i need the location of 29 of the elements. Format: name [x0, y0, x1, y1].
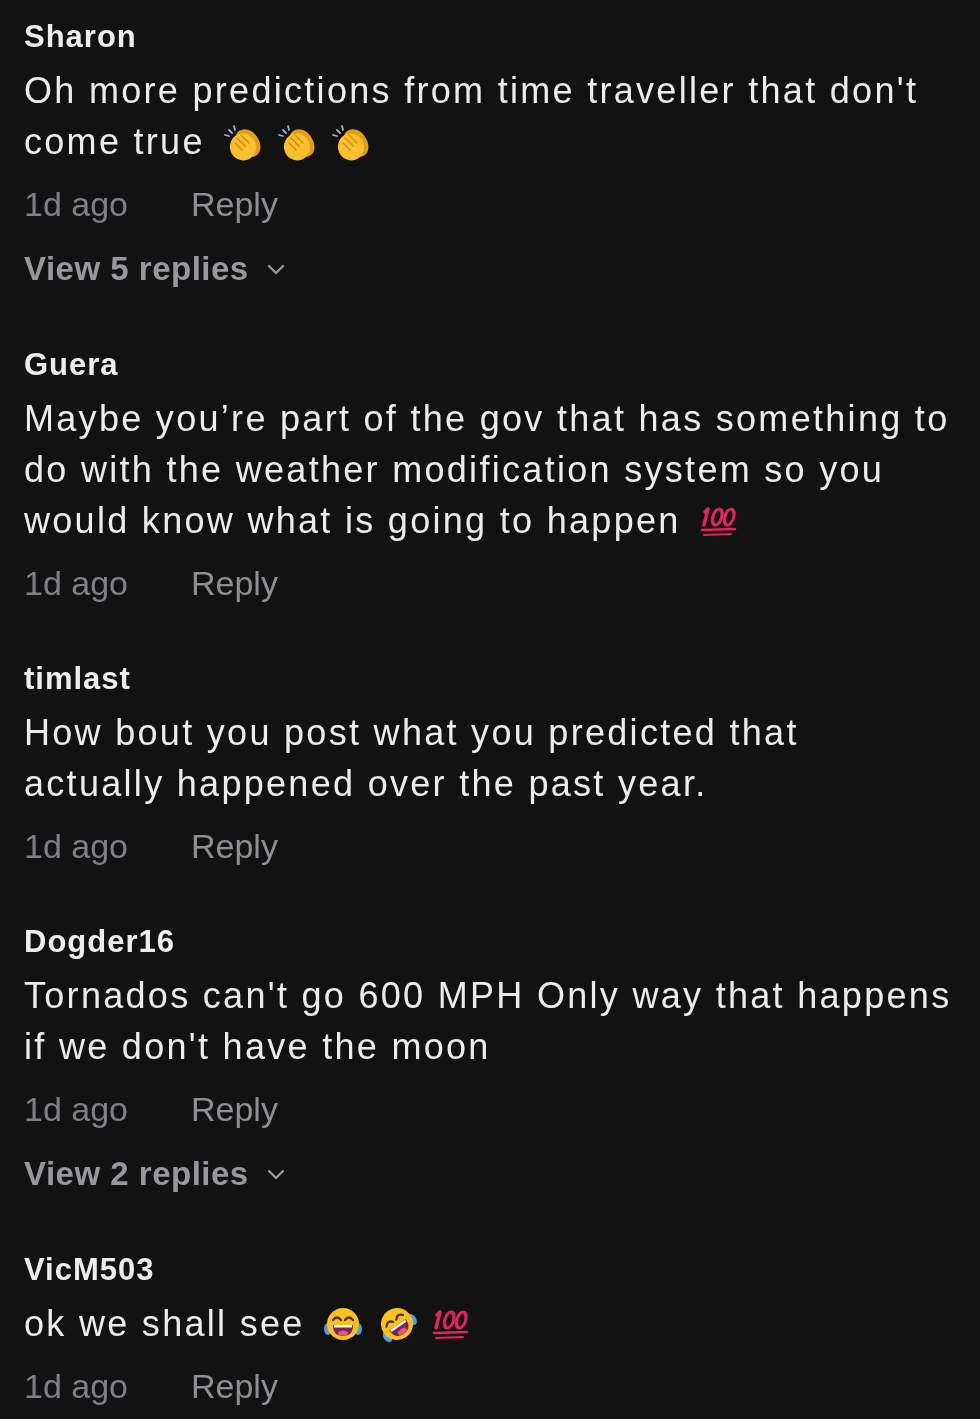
timestamp: 1d ago: [24, 563, 128, 603]
comment-text: ok we shall see: [24, 1302, 305, 1346]
comment-text: How bout you post what you predicted that: [24, 711, 799, 755]
username[interactable]: Sharon: [24, 19, 137, 55]
username[interactable]: timlast: [24, 661, 131, 697]
comment-text: come true: [24, 120, 205, 164]
chevron-down-icon: [266, 263, 285, 275]
comment-text: Maybe you’re part of the gov that has something to: [24, 397, 950, 441]
reply-link[interactable]: Reply: [191, 184, 278, 224]
comment-text: if we don't have the moon: [24, 1025, 491, 1069]
comment-text: actually happened over the past year.: [24, 762, 708, 806]
view-replies-button[interactable]: View 2 replies: [24, 1154, 285, 1194]
comment-text: do with the weather modification system so you: [24, 448, 885, 492]
chevron-down-icon: [266, 1168, 285, 1180]
timestamp: 1d ago: [24, 1089, 128, 1129]
view-replies-button[interactable]: View 5 replies: [24, 249, 285, 289]
comment-text: Tornados can't go 600 MPH Only way that happens: [24, 974, 952, 1018]
timestamp: 1d ago: [24, 1366, 128, 1406]
timestamp: 1d ago: [24, 826, 128, 866]
username[interactable]: VicM503: [24, 1252, 155, 1288]
timestamp: 1d ago: [24, 184, 128, 224]
comment-text: Oh more predictions from time traveller that don't: [24, 69, 919, 113]
username[interactable]: Dogder16: [24, 924, 175, 960]
reply-link[interactable]: Reply: [191, 563, 278, 603]
reply-link[interactable]: Reply: [191, 826, 278, 866]
username[interactable]: Guera: [24, 347, 119, 383]
reply-link[interactable]: Reply: [191, 1366, 278, 1406]
comment-text: would know what is going to happen: [24, 499, 681, 543]
reply-link[interactable]: Reply: [191, 1089, 278, 1129]
